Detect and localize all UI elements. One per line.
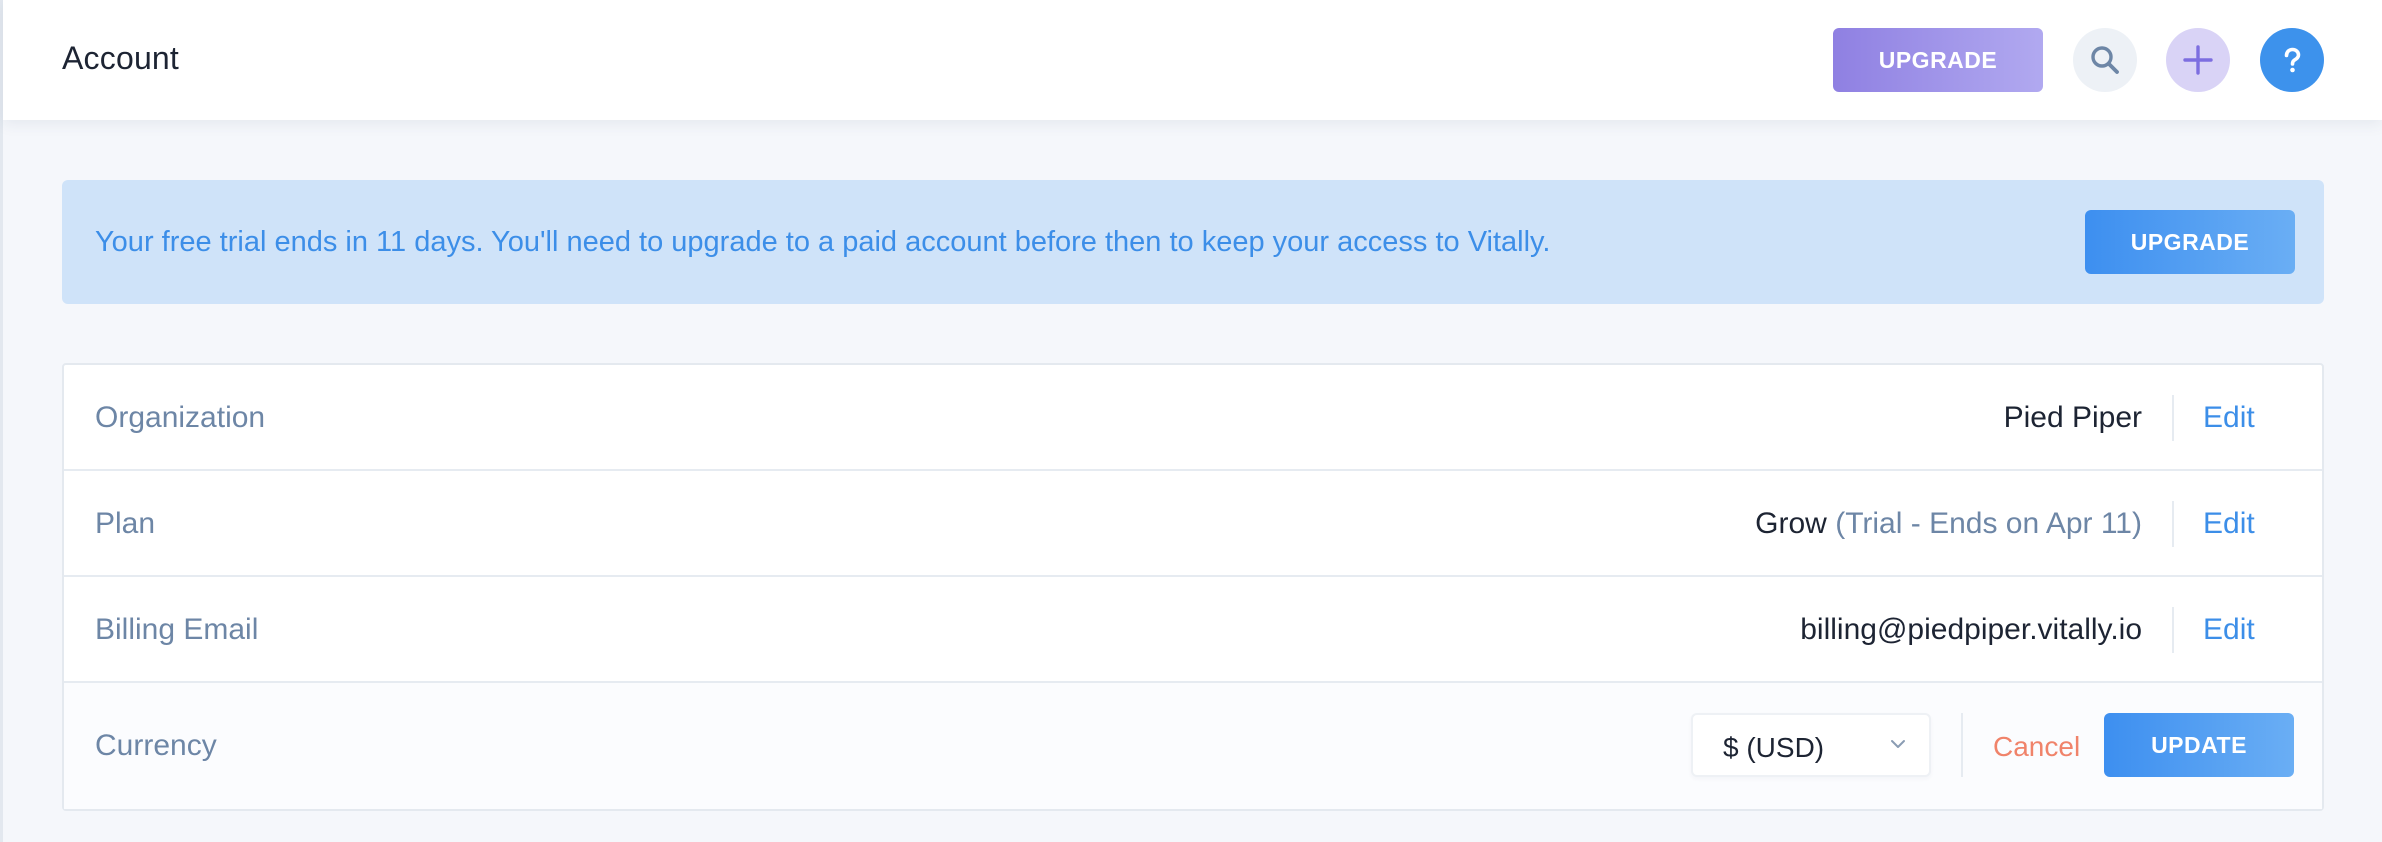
question-mark-icon xyxy=(2284,47,2301,73)
update-currency-button[interactable]: UPDATE xyxy=(2104,713,2294,777)
add-button[interactable] xyxy=(2166,28,2230,92)
billing-email-row: Billing Email billing@piedpiper.vitally.… xyxy=(64,577,2322,683)
currency-selected-value: $ (USD) xyxy=(1723,732,1825,763)
edit-plan-link[interactable]: Edit xyxy=(2203,507,2255,541)
row-divider xyxy=(2172,607,2174,653)
plan-name: Grow xyxy=(1755,507,1827,540)
plan-value: Grow (Trial - Ends on Apr 11) xyxy=(1755,507,2142,541)
top-header: Account UPGRADE xyxy=(3,0,2382,120)
billing-email-label: Billing Email xyxy=(95,613,259,646)
organization-row: Organization Pied Piper Edit xyxy=(64,365,2322,471)
plan-row: Plan Grow (Trial - Ends on Apr 11) Edit xyxy=(64,471,2322,577)
currency-select[interactable]: $ (USD) xyxy=(1691,713,1931,777)
currency-label: Currency xyxy=(95,729,217,762)
page-title: Account xyxy=(62,40,180,76)
edit-organization-link[interactable]: Edit xyxy=(2203,401,2255,435)
search-icon xyxy=(2091,46,2119,74)
search-button[interactable] xyxy=(2073,28,2137,92)
trial-message: Your free trial ends in 11 days. You'll … xyxy=(95,226,1551,258)
header-upgrade-button[interactable]: UPGRADE xyxy=(1833,28,2043,92)
help-button[interactable] xyxy=(2260,28,2324,92)
edit-billing-email-link[interactable]: Edit xyxy=(2203,613,2255,647)
account-settings-card: Organization Pied Piper Edit Plan Grow (… xyxy=(62,363,2324,811)
organization-value: Pied Piper xyxy=(2003,401,2142,434)
trial-banner: Your free trial ends in 11 days. You'll … xyxy=(62,180,2324,304)
organization-label: Organization xyxy=(95,401,266,434)
account-page: Account UPGRADE Your free trial ends in … xyxy=(0,0,2382,842)
billing-email-value: billing@piedpiper.vitally.io xyxy=(1800,613,2142,646)
plus-icon xyxy=(2183,45,2213,75)
plan-label: Plan xyxy=(95,507,156,540)
plan-trial-detail: (Trial - Ends on Apr 11) xyxy=(1835,507,2142,540)
chevron-down-icon xyxy=(1891,740,1905,748)
currency-row: Currency $ (USD) Cancel UPDATE xyxy=(64,683,2322,809)
row-divider xyxy=(2172,501,2174,547)
banner-upgrade-button[interactable]: UPGRADE xyxy=(2085,210,2295,274)
row-divider xyxy=(2172,395,2174,441)
cancel-link[interactable]: Cancel xyxy=(1993,731,2080,763)
row-divider xyxy=(1961,713,1963,777)
